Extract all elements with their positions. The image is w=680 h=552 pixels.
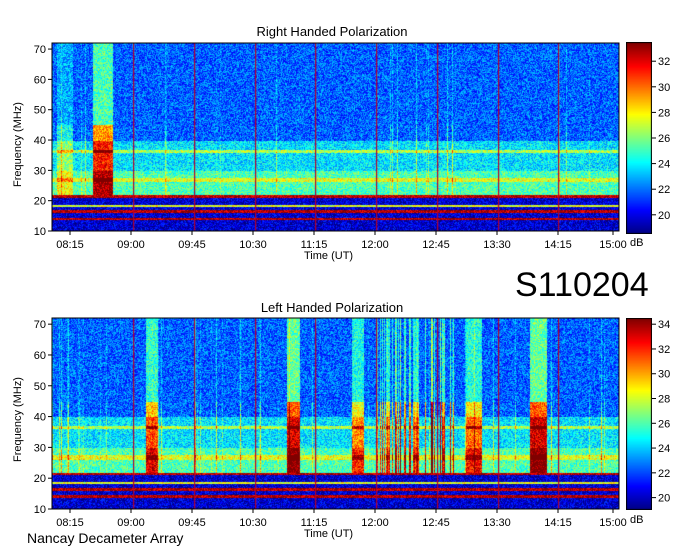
bottom-xlabel: Time (UT) [304, 528, 354, 540]
colorbar-tick-label: 20 [658, 493, 670, 505]
bottom-colorbar-unit: dB [630, 514, 644, 526]
colorbar-tick-label: 30 [658, 369, 670, 381]
colorbar-tick-label: 28 [658, 394, 670, 406]
colorbar-tick-label: 34 [658, 319, 670, 331]
colorbar-tick-label: 26 [658, 418, 670, 430]
credit: Nancay Decameter Array [27, 530, 184, 546]
colorbar-tick-label: 22 [658, 468, 670, 480]
colorbar-tick-label: 32 [658, 344, 670, 356]
bottom-colorbar-axis: 20 22 24 26 28 30 32 34 [652, 319, 670, 505]
colorbar-tick-label: 24 [658, 443, 670, 455]
